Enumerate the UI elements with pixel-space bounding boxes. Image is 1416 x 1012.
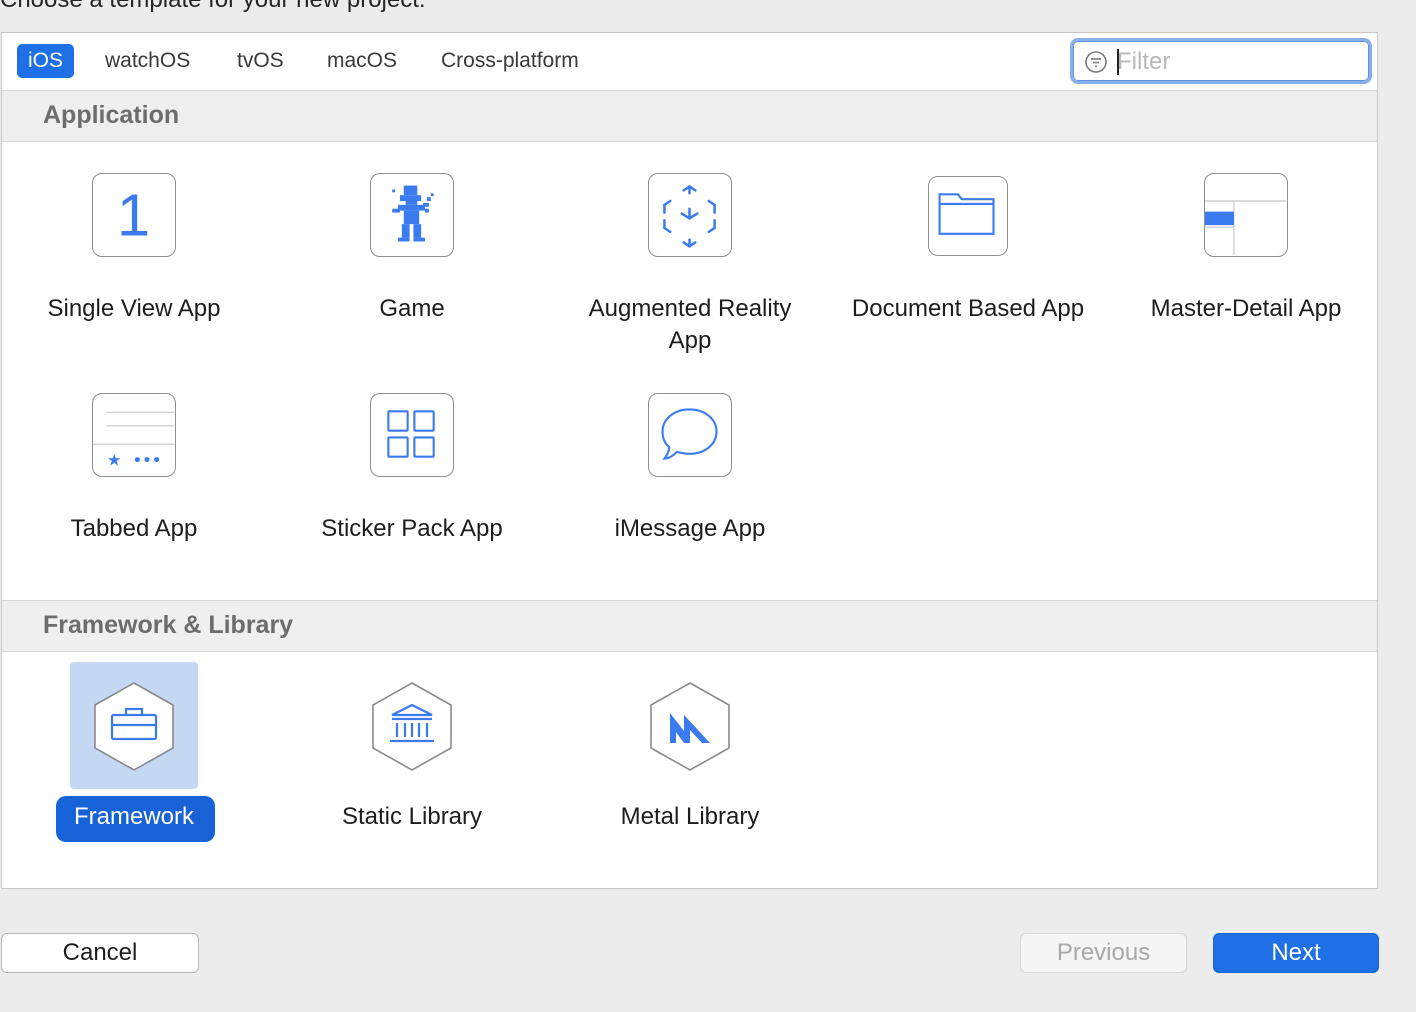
speech-bubble-icon [648, 393, 732, 477]
text-cursor [1117, 49, 1119, 75]
template-label: Framework [73, 803, 194, 830]
library-building-icon [372, 682, 452, 771]
section-title: Application [43, 101, 180, 129]
template-label: Tabbed App [70, 515, 198, 542]
tab-tvos[interactable]: tvOS [226, 44, 295, 78]
template-panel: iOS watchOS tvOS macOS Cross-platform Ap… [1, 32, 1378, 889]
cancel-button[interactable]: Cancel [1, 933, 199, 973]
tab-cross-platform[interactable]: Cross-platform [430, 44, 590, 78]
section-header-framework-library: Framework & Library [2, 600, 1377, 652]
platform-tabs: iOS watchOS tvOS macOS Cross-platform [2, 33, 1377, 91]
template-label: Sticker Pack App [321, 515, 503, 542]
filter-icon [1085, 51, 1107, 73]
section-header-application: Application [2, 90, 1377, 142]
single-view-icon: 1 [92, 173, 176, 257]
template-label: iMessage App [614, 515, 766, 542]
template-label: Document Based App [851, 295, 1085, 322]
template-document-based-app[interactable]: Document Based App [848, 173, 1088, 325]
filter-input[interactable] [1115, 45, 1359, 79]
folder-icon [928, 176, 1008, 256]
template-label: Game [379, 295, 445, 322]
section-title: Framework & Library [43, 611, 294, 639]
template-sticker-pack-app[interactable]: Sticker Pack App [292, 393, 532, 542]
svg-text:★: ★ [107, 450, 122, 469]
template-label: Augmented Reality App [588, 295, 792, 354]
template-imessage-app[interactable]: iMessage App [570, 393, 810, 542]
template-label: Master-Detail App [1150, 295, 1342, 322]
template-augmented-reality-app[interactable]: Augmented Reality App [570, 173, 810, 354]
template-static-library[interactable]: Static Library [292, 681, 532, 830]
tab-bar-icon: ★ [92, 393, 176, 477]
template-tabbed-app[interactable]: ★ Tabbed App [14, 393, 254, 542]
metal-icon [650, 682, 730, 771]
next-button[interactable]: Next [1213, 933, 1379, 973]
template-framework[interactable]: Framework [14, 681, 254, 830]
previous-button[interactable]: Previous [1020, 933, 1187, 973]
template-single-view-app[interactable]: 1 Single View App [14, 173, 254, 322]
template-game[interactable]: Game [292, 173, 532, 322]
ar-cube-icon [648, 173, 732, 257]
master-detail-icon [1204, 173, 1288, 257]
dialog-heading: Choose a template for your new project: [0, 0, 426, 14]
template-label: Single View App [47, 295, 221, 322]
tab-watchos[interactable]: watchOS [94, 44, 201, 78]
template-label: Metal Library [620, 803, 760, 830]
sticker-grid-icon [370, 393, 454, 477]
template-master-detail-app[interactable]: Master-Detail App [1126, 173, 1366, 322]
tab-ios[interactable]: iOS [17, 44, 75, 78]
template-metal-library[interactable]: Metal Library [570, 681, 810, 830]
tab-macos[interactable]: macOS [316, 44, 408, 78]
game-robot-icon [370, 173, 454, 257]
template-label: Static Library [341, 803, 483, 830]
svg-text:1: 1 [117, 182, 150, 249]
filter-field[interactable] [1070, 38, 1372, 84]
toolbox-icon [94, 682, 174, 771]
